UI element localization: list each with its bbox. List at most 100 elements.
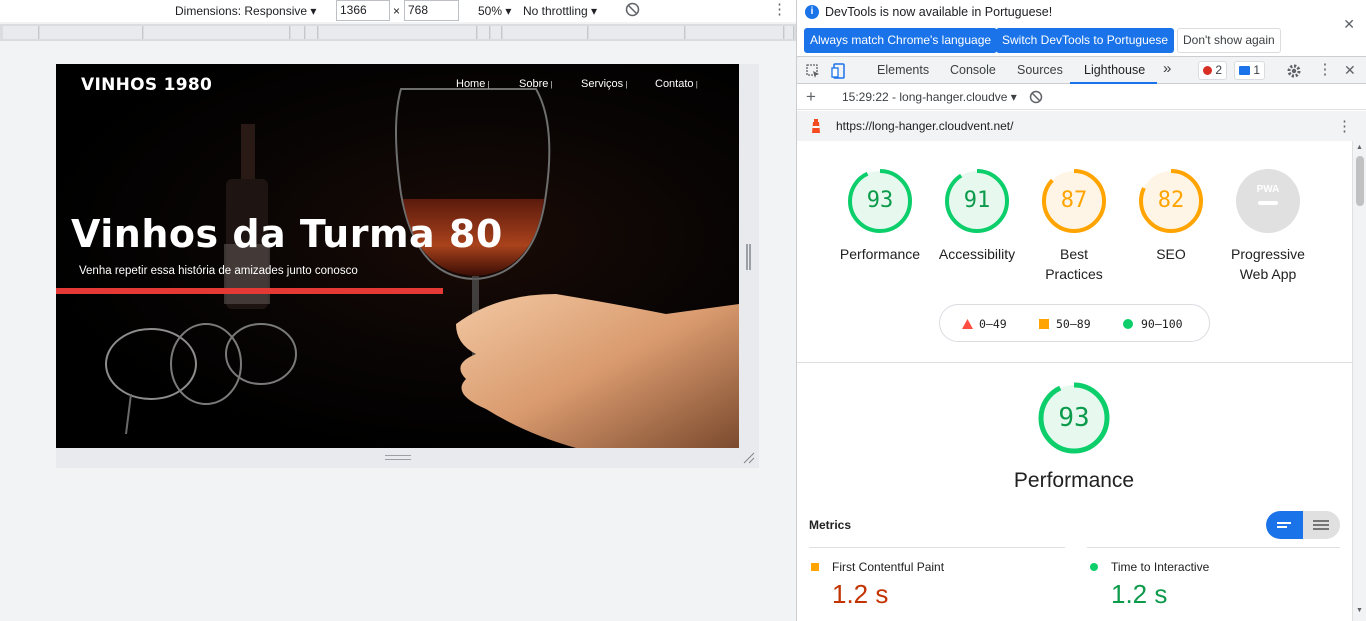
height-input[interactable]: 768 — [404, 0, 459, 21]
metric-value: 1.2 s — [1111, 579, 1168, 609]
dont-show-again-button[interactable]: Don't show again — [1177, 28, 1281, 53]
ruler-segment[interactable] — [478, 26, 490, 39]
match-language-button[interactable]: Always match Chrome's language — [804, 28, 998, 53]
ruler-segment[interactable] — [686, 26, 784, 39]
width-input[interactable]: 1366 — [336, 0, 390, 21]
compact-view-button[interactable] — [1266, 511, 1303, 539]
throttling-label: No throttling — [523, 4, 588, 18]
tab-sources[interactable]: Sources — [1017, 63, 1063, 77]
error-count: 2 — [1215, 63, 1223, 77]
throttling-dropdown[interactable]: No throttling ▾ — [523, 3, 597, 19]
report-selector[interactable]: 15:29:22 - long-hanger.cloudve ▾ — [842, 90, 1017, 104]
ruler-segment[interactable] — [319, 26, 477, 39]
expanded-view-button[interactable] — [1303, 511, 1340, 539]
infobar-message: DevTools is now available in Portuguese! — [825, 5, 1053, 19]
gauge-pwa[interactable]: PWA Progressive Web App — [1218, 168, 1318, 284]
gauge-label: Best Practices — [1045, 246, 1103, 282]
sensors-disabled-icon[interactable] — [625, 2, 640, 18]
site-logo[interactable]: VINHOS 1980 — [81, 75, 212, 95]
ruler-segment[interactable] — [503, 26, 588, 39]
pwa-badge-text: PWA — [1257, 184, 1280, 195]
metric-first-contentful-paint[interactable]: First Contentful Paint 1.2 s — [809, 560, 944, 609]
gauge-accessibility[interactable]: 91 Accessibility — [927, 168, 1027, 264]
device-toolbar-icon[interactable] — [831, 63, 847, 79]
clear-reports-icon[interactable] — [1029, 90, 1043, 107]
tab-lighthouse[interactable]: Lighthouse — [1084, 63, 1145, 77]
resize-handle-corner[interactable] — [743, 452, 755, 464]
hero-accent-bar — [56, 288, 443, 294]
device-emulation-pane: Dimensions: Responsive ▾ 1366 × 768 50% … — [0, 0, 796, 621]
website-hero: VINHOS 1980 Home Sobre Serviços Contato … — [56, 64, 739, 448]
zoom-label: 50% — [478, 4, 503, 18]
emulated-viewport: VINHOS 1980 Home Sobre Serviços Contato … — [56, 64, 759, 468]
tab-elements[interactable]: Elements — [877, 63, 929, 77]
close-devtools-icon[interactable]: ✕ — [1344, 63, 1360, 79]
gauge-label: Accessibility — [938, 246, 1016, 262]
nav-link-servicos[interactable]: Serviços — [581, 78, 628, 90]
media-query-ruler[interactable] — [0, 24, 796, 41]
ruler-segment[interactable] — [785, 26, 794, 39]
gauge-best-practices[interactable]: 87 Best Practices — [1024, 168, 1124, 284]
lighthouse-report: 93 Performance 91 Accessibility 87 Best … — [797, 141, 1352, 621]
dimensions-dropdown[interactable]: Dimensions: Responsive ▾ — [175, 3, 316, 19]
report-scrollbar[interactable]: ▲ ▼ — [1352, 141, 1366, 621]
nav-link-home[interactable]: Home — [456, 78, 490, 90]
infobar-close-icon[interactable]: ✕ — [1343, 16, 1355, 33]
pass-circle-icon — [1123, 319, 1133, 329]
message-count-badge[interactable]: 1 — [1234, 61, 1266, 80]
language-infobar: i DevTools is now available in Portugues… — [797, 0, 1366, 56]
pass-circle-icon — [1090, 563, 1098, 571]
metrics-heading: Metrics — [809, 518, 852, 532]
error-count-badge[interactable]: 2 — [1198, 61, 1228, 80]
report-url[interactable]: https://long-hanger.cloudvent.net/ — [836, 119, 1013, 133]
ruler-segment[interactable] — [144, 26, 290, 39]
metrics-rule — [809, 547, 1065, 548]
ruler-segment[interactable] — [589, 26, 685, 39]
report-selector-label: 15:29:22 - long-hanger.cloudve — [842, 90, 1008, 104]
resize-handle-right[interactable] — [746, 244, 751, 270]
legend-fail: 0–49 — [962, 317, 1007, 331]
switch-language-button[interactable]: Switch DevTools to Portuguese — [996, 28, 1175, 53]
ruler-segment[interactable] — [40, 26, 143, 39]
message-icon — [1239, 66, 1250, 75]
dimensions-label: Dimensions: Responsive — [175, 4, 308, 18]
metric-time-to-interactive[interactable]: Time to Interactive 1.2 s — [1088, 560, 1209, 609]
performance-score: 93 — [1058, 403, 1090, 433]
gauge-score: 93 — [866, 188, 894, 213]
metrics-rule — [1087, 547, 1340, 548]
ruler-segment[interactable] — [3, 26, 39, 39]
zoom-dropdown[interactable]: 50% ▾ — [478, 3, 511, 19]
settings-gear-icon[interactable] — [1286, 63, 1302, 79]
more-tabs-icon[interactable]: » — [1163, 60, 1171, 77]
gauge-label: Progressive Web App — [1231, 246, 1305, 282]
gauge-seo[interactable]: 82 SEO — [1121, 168, 1221, 264]
legend-pass: 90–100 — [1123, 317, 1183, 331]
scrollbar-thumb[interactable] — [1356, 156, 1364, 206]
scroll-down-icon[interactable]: ▼ — [1356, 607, 1363, 614]
new-report-icon[interactable]: + — [806, 87, 816, 107]
expanded-view-icon — [1313, 520, 1329, 530]
compact-view-icon — [1277, 522, 1291, 528]
error-icon — [1203, 66, 1212, 75]
ruler-segment[interactable] — [291, 26, 305, 39]
metric-name: First Contentful Paint — [832, 560, 945, 574]
customize-menu-icon[interactable]: ⋮ — [1317, 62, 1333, 79]
nav-link-contato[interactable]: Contato — [655, 78, 698, 90]
tab-console[interactable]: Console — [950, 63, 996, 77]
score-scale-legend: 0–49 50–89 90–100 — [939, 304, 1210, 342]
resize-handle-bottom[interactable] — [385, 455, 411, 460]
ruler-segment[interactable] — [306, 26, 318, 39]
metrics-view-toggle[interactable] — [1266, 511, 1340, 539]
more-options-icon[interactable]: ⋮ — [772, 2, 787, 18]
inspect-element-icon[interactable] — [805, 63, 821, 79]
gauge-performance[interactable]: 93 Performance — [830, 168, 930, 264]
performance-gauge-large: 93 — [1024, 381, 1124, 455]
average-square-icon — [1039, 319, 1049, 329]
scroll-up-icon[interactable]: ▲ — [1356, 144, 1363, 151]
report-menu-icon[interactable]: ⋮ — [1337, 117, 1352, 135]
hero-subtitle: Venha repetir essa história de amizades … — [79, 265, 358, 277]
nav-link-sobre[interactable]: Sobre — [519, 78, 553, 90]
ruler-segment[interactable] — [491, 26, 502, 39]
site-nav: Home Sobre Serviços Contato — [456, 78, 736, 94]
device-toolbar: Dimensions: Responsive ▾ 1366 × 768 50% … — [0, 0, 796, 22]
